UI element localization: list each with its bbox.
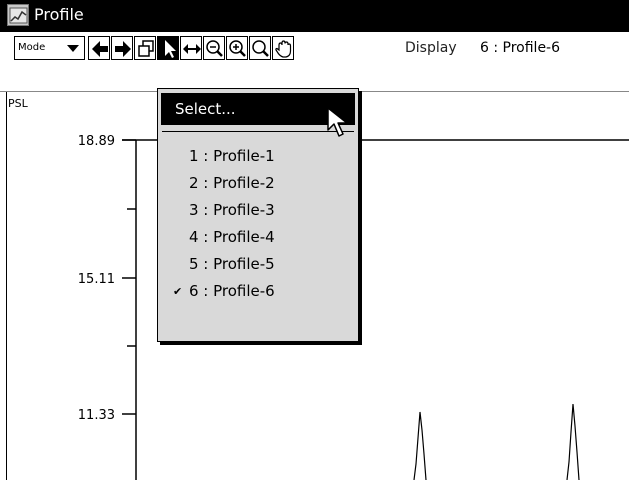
zoom-out-icon bbox=[206, 40, 223, 57]
menu-item-label: 6 : Profile-6 bbox=[189, 282, 275, 300]
menu-item-profile-5[interactable]: 5 : Profile-5 bbox=[161, 251, 355, 278]
menu-item-profile-4[interactable]: 4 : Profile-4 bbox=[161, 224, 355, 251]
display-selector[interactable]: 6 : Profile-6 bbox=[480, 40, 560, 56]
menu-item-label: 5 : Profile-5 bbox=[189, 255, 275, 273]
duplicate-windows-button[interactable] bbox=[134, 36, 156, 60]
horizontal-zoom-button[interactable] bbox=[180, 36, 202, 60]
forward-arrow-icon bbox=[115, 41, 131, 57]
zoom-out-button[interactable] bbox=[203, 36, 225, 60]
duplicate-windows-icon bbox=[138, 40, 154, 57]
title-bar[interactable]: Profile bbox=[0, 0, 629, 32]
profile-peak bbox=[413, 411, 427, 480]
profile-peak bbox=[566, 403, 580, 480]
menu-item-profile-2[interactable]: 2 : Profile-2 bbox=[161, 170, 355, 197]
checkmark-icon: ✔ bbox=[173, 285, 183, 298]
hand-tool-button[interactable] bbox=[272, 36, 294, 60]
forward-arrow-button[interactable] bbox=[111, 36, 133, 60]
horizontal-zoom-icon bbox=[183, 44, 201, 54]
y-tick-label: 11.33 bbox=[78, 408, 115, 423]
display-label: Display bbox=[405, 40, 457, 56]
magnifier-button[interactable] bbox=[249, 36, 271, 60]
window-title: Profile bbox=[34, 5, 84, 24]
profile-window-icon bbox=[7, 4, 29, 26]
mode-label: Mode bbox=[18, 42, 46, 53]
chevron-down-icon bbox=[67, 45, 79, 52]
menu-item-profile-3[interactable]: 3 : Profile-3 bbox=[161, 197, 355, 224]
mouse-cursor-icon bbox=[327, 107, 348, 137]
pointer-icon bbox=[165, 40, 176, 58]
menu-item-label: 2 : Profile-2 bbox=[189, 174, 275, 192]
toolbar: Mode Display 6: Profile-6 bbox=[0, 32, 629, 92]
back-arrow-button[interactable] bbox=[88, 36, 110, 60]
y-tick-label: 15.11 bbox=[78, 272, 115, 287]
zoom-in-icon bbox=[229, 40, 246, 57]
magnifier-icon bbox=[252, 40, 269, 57]
y-axis-unit: PSL bbox=[8, 97, 29, 110]
menu-item-label: 4 : Profile-4 bbox=[189, 228, 275, 246]
hand-icon bbox=[275, 40, 292, 58]
back-arrow-icon bbox=[92, 41, 108, 57]
menu-item-profile-6[interactable]: ✔ 6 : Profile-6 bbox=[161, 278, 355, 305]
zoom-in-button[interactable] bbox=[226, 36, 248, 60]
pointer-tool-button[interactable] bbox=[157, 36, 179, 60]
menu-item-profile-1[interactable]: 1 : Profile-1 bbox=[161, 143, 355, 170]
menu-item-label: 3 : Profile-3 bbox=[189, 201, 275, 219]
y-tick-label: 18.89 bbox=[78, 134, 115, 149]
menu-item-label: 1 : Profile-1 bbox=[189, 147, 275, 165]
mode-dropdown[interactable]: Mode bbox=[14, 36, 85, 60]
